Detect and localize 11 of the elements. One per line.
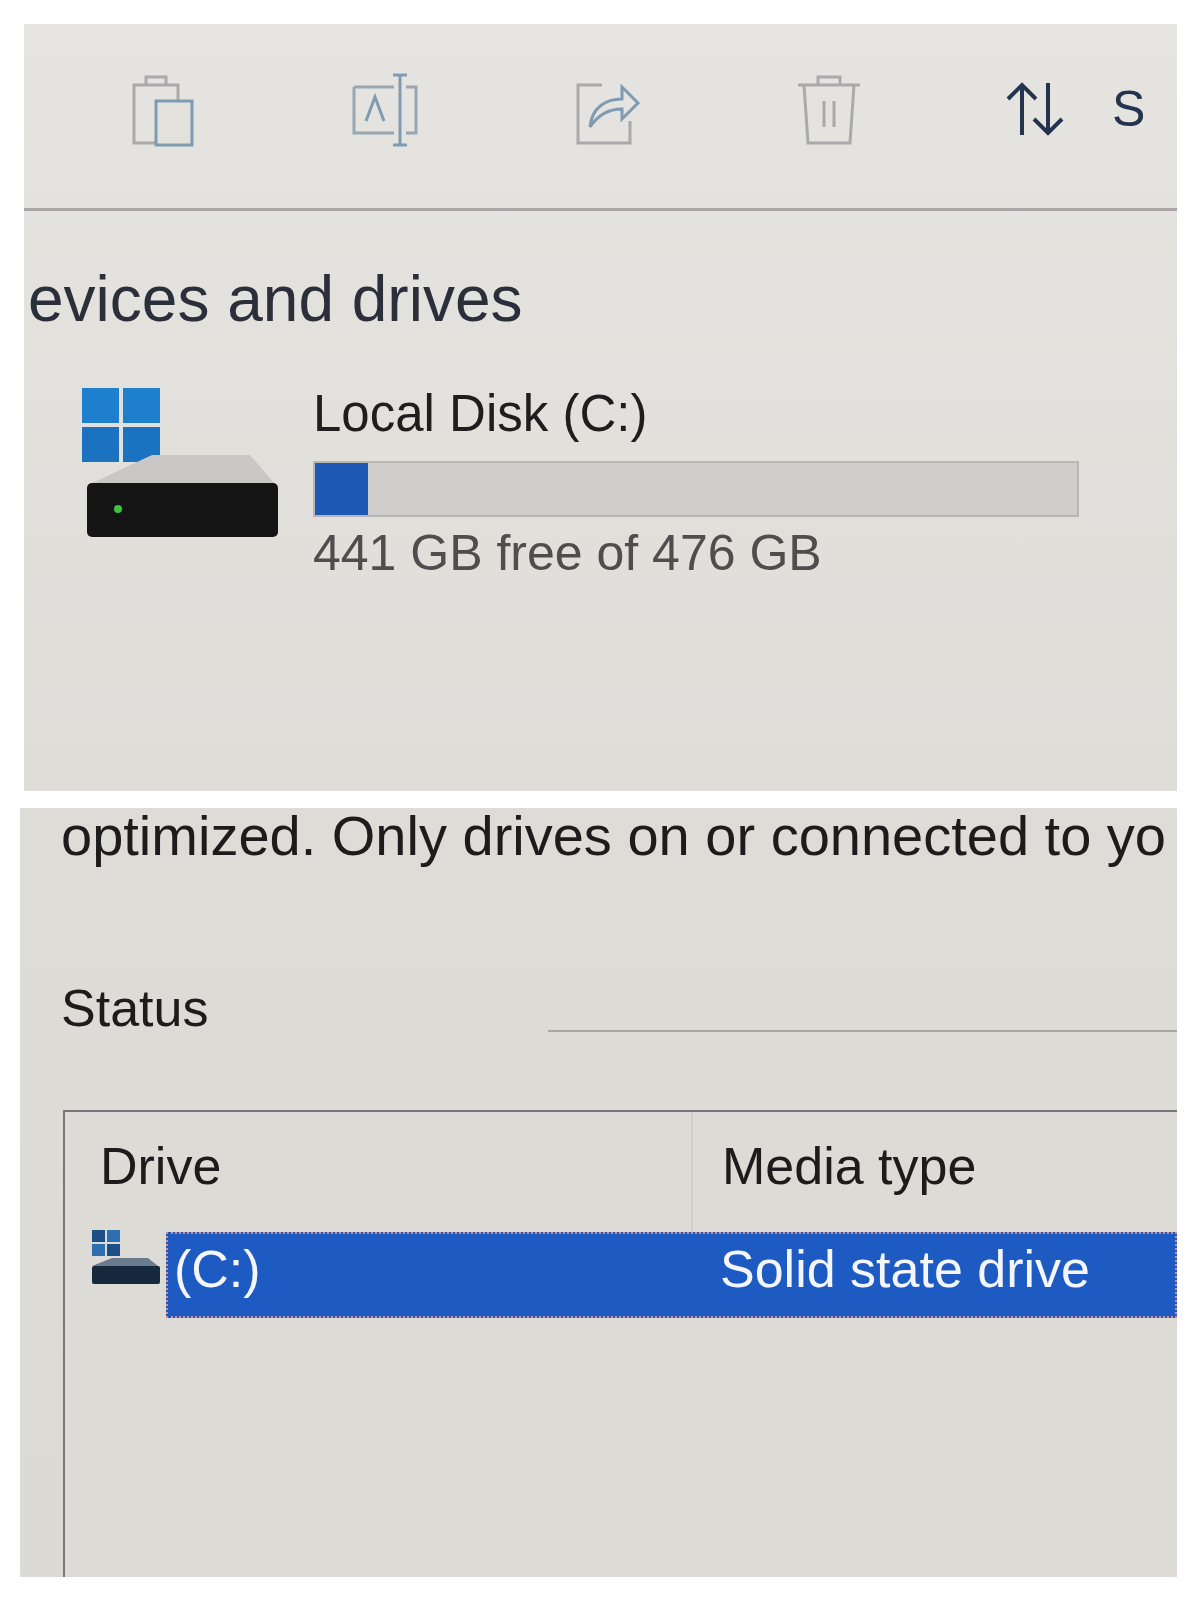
status-label: Status bbox=[61, 982, 209, 1034]
drive-icon bbox=[90, 1228, 160, 1286]
table-cell-text: Solid state drive bbox=[719, 1239, 1091, 1300]
free-space-text: 441 GB free of 476 GB bbox=[313, 525, 823, 583]
section-heading: evices and drives bbox=[28, 262, 524, 337]
sort-button[interactable]: S bbox=[1004, 81, 1146, 137]
table-cell-text: (C:) bbox=[173, 1239, 262, 1300]
column-header[interactable]: Drive bbox=[65, 1112, 691, 1232]
rename-icon[interactable] bbox=[350, 71, 420, 147]
drive-name: Local Disk (C:) bbox=[313, 384, 649, 444]
table-row[interactable]: (C:) Solid state drive bbox=[166, 1232, 1177, 1318]
